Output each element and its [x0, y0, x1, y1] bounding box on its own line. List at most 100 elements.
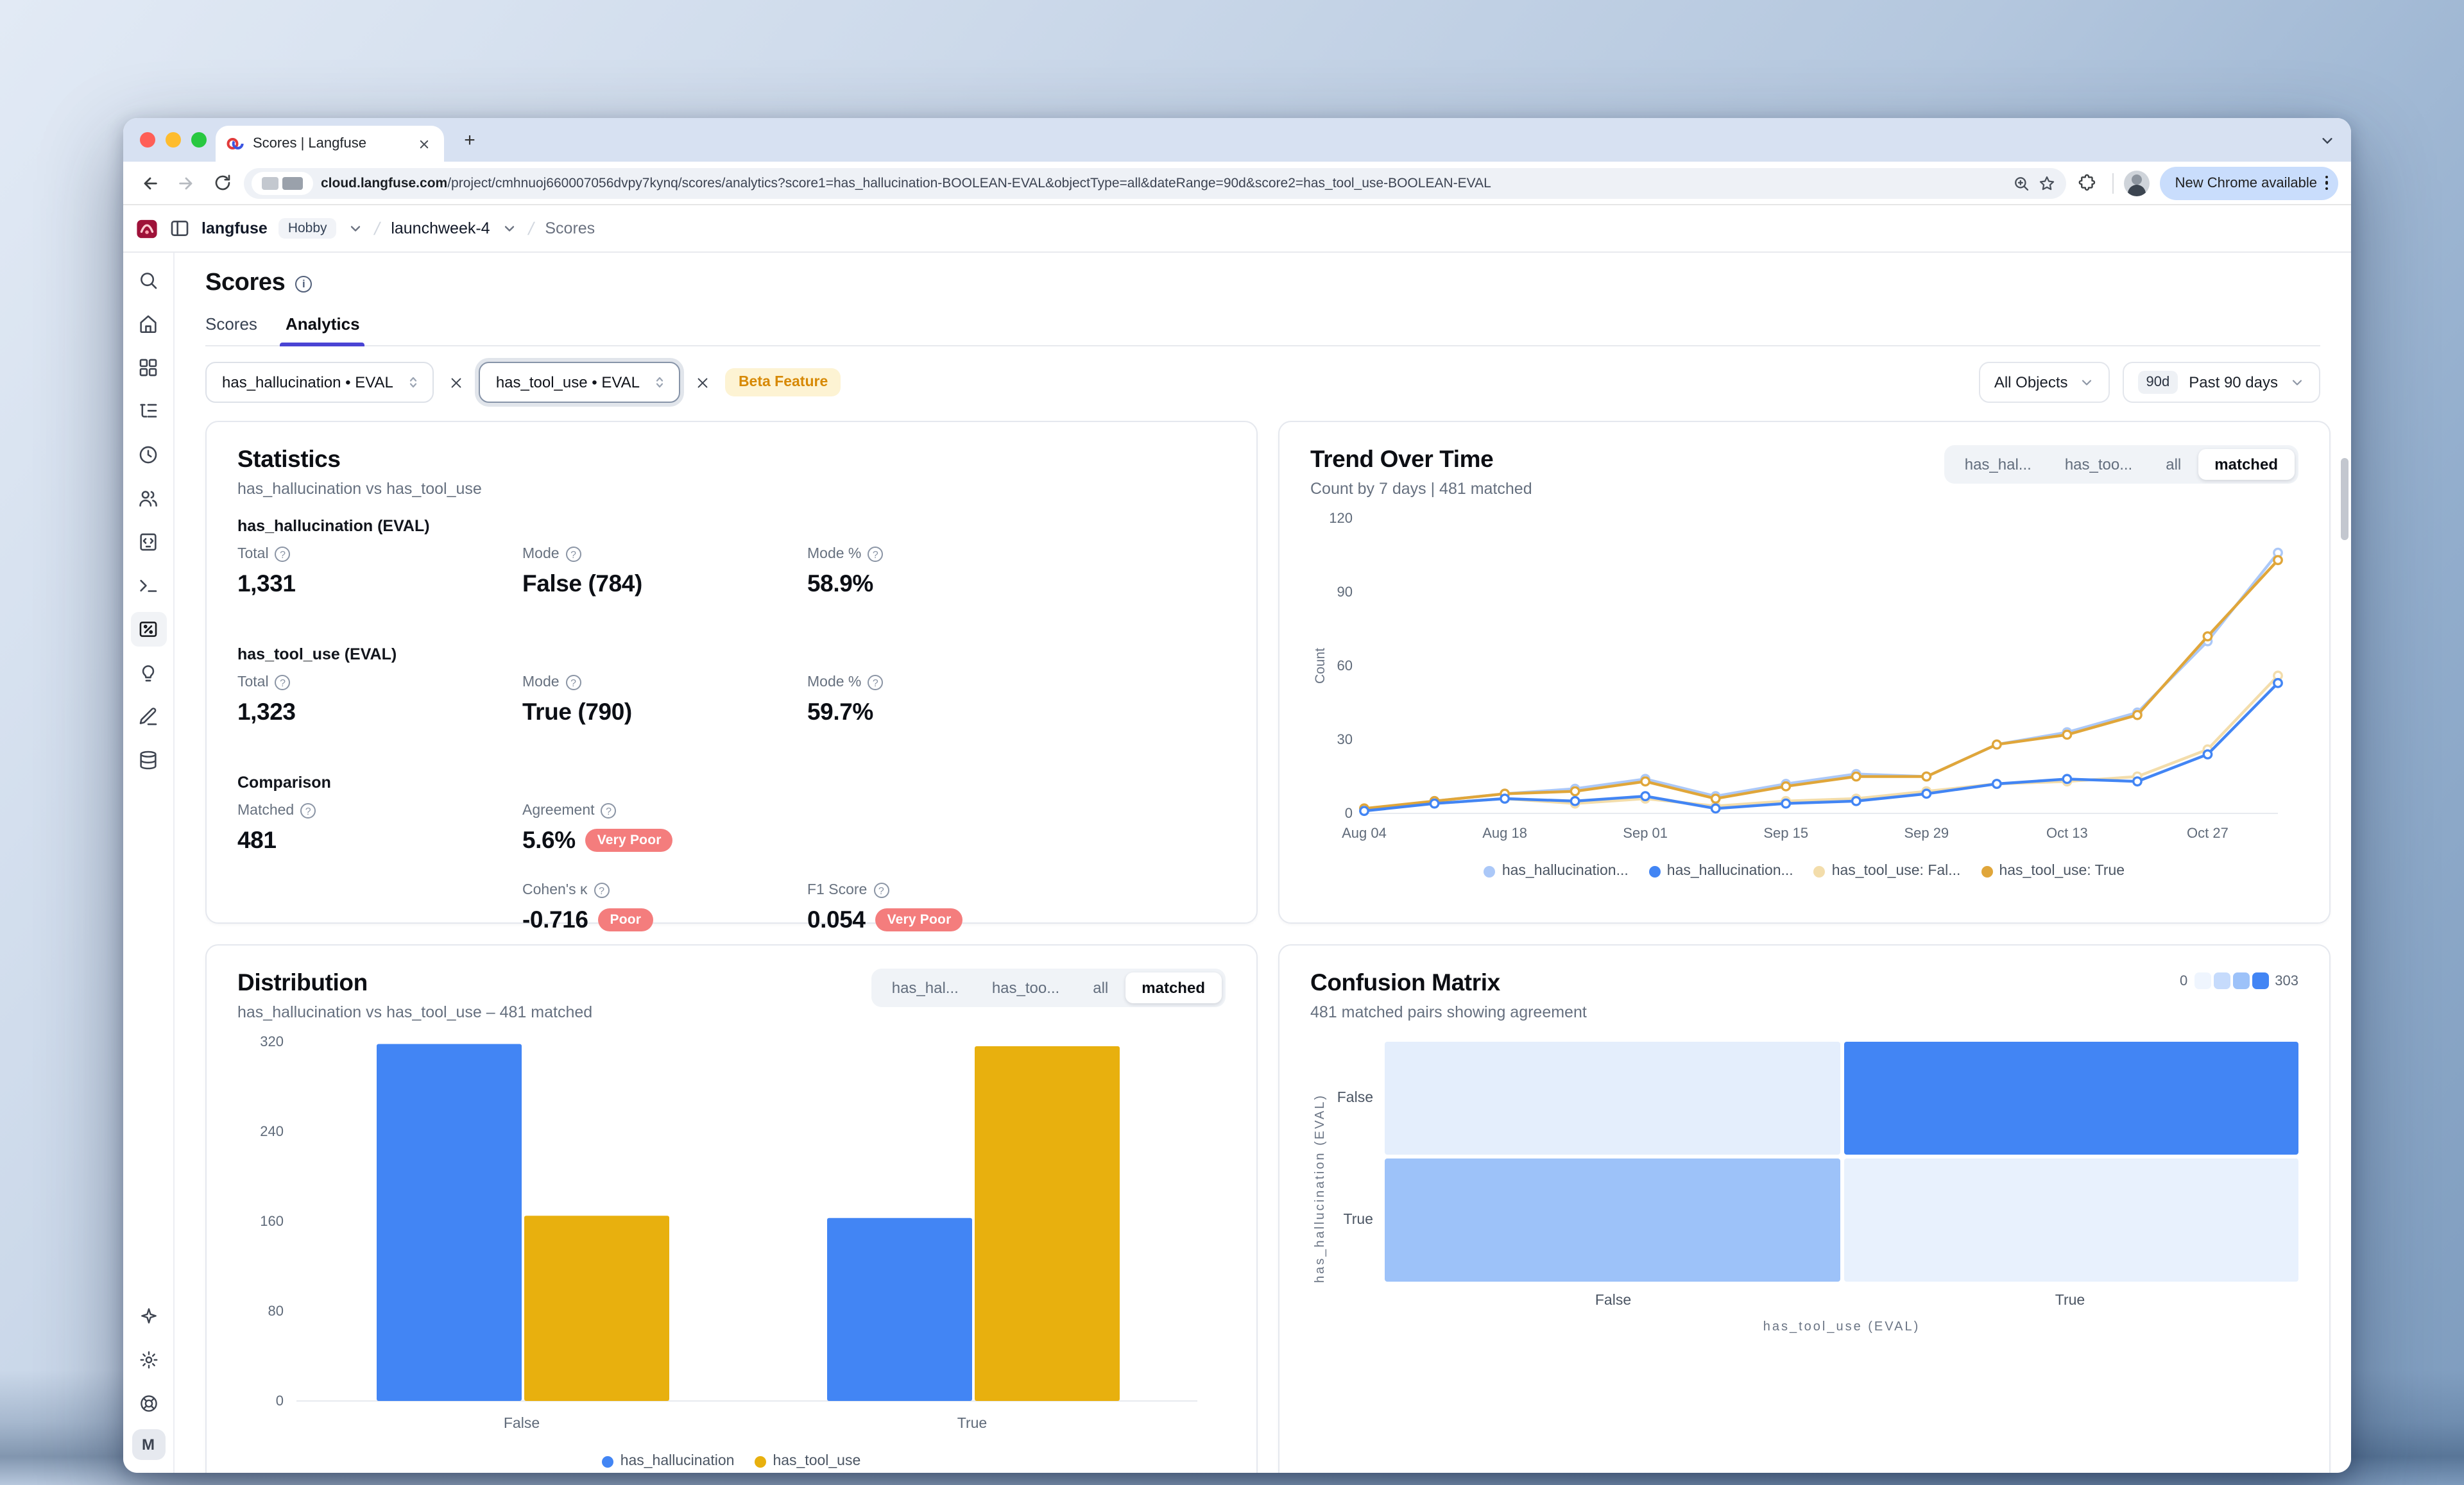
- filter-row: has_hallucination • EVAL has_tool_use • …: [205, 362, 2320, 403]
- reload-icon[interactable]: [208, 169, 236, 197]
- search-icon: [137, 269, 159, 291]
- trend-tab-matched[interactable]: matched: [2198, 449, 2295, 480]
- tab-close-icon[interactable]: [413, 133, 434, 154]
- breadcrumb-workspace[interactable]: langfuse: [201, 219, 268, 237]
- chrome-update-pill[interactable]: New Chrome available: [2160, 166, 2338, 199]
- sidebar-item-prompts[interactable]: [130, 525, 166, 559]
- sidebar-item-users[interactable]: [130, 481, 166, 516]
- confusion-cell-true-false[interactable]: [1385, 1158, 1840, 1282]
- new-tab-button[interactable]: +: [459, 130, 480, 150]
- trend-tab-hashal[interactable]: has_hal...: [1948, 449, 2048, 480]
- score2-select[interactable]: has_tool_use • EVAL: [479, 362, 681, 403]
- breadcrumb-separator: /: [526, 218, 536, 239]
- close-window-button[interactable]: [140, 132, 155, 148]
- sidebar-item-scores[interactable]: [130, 612, 166, 647]
- sessions-icon: [137, 444, 159, 466]
- sidebar-item-evals[interactable]: [130, 656, 166, 690]
- zoom-page-icon[interactable]: [2012, 174, 2030, 192]
- extensions-puzzle-icon[interactable]: [2074, 169, 2102, 197]
- distribution-tab-all[interactable]: all: [1076, 972, 1125, 1003]
- distribution-tab-hastoo[interactable]: has_too...: [975, 972, 1076, 1003]
- tab-search-icon[interactable]: [2315, 128, 2338, 151]
- forward-icon[interactable]: [172, 169, 200, 197]
- minimize-window-button[interactable]: [166, 132, 181, 148]
- sidebar-item-tracing[interactable]: [130, 394, 166, 429]
- address-bar[interactable]: cloud.langfuse.com/project/cmhnuoj660007…: [244, 167, 2066, 198]
- tab-scores[interactable]: Scores: [205, 314, 257, 345]
- confusion-title: Confusion Matrix: [1310, 969, 1587, 997]
- help-icon[interactable]: ?: [868, 675, 883, 690]
- confusion-cell-true-true[interactable]: [1844, 1158, 2298, 1282]
- svg-text:60: 60: [1337, 658, 1353, 674]
- scrollbar-thumb[interactable]: [2341, 458, 2348, 540]
- scale-swatch: [2213, 972, 2230, 989]
- trend-line-chart[interactable]: 0306090120CountAug 04Aug 18Sep 01Sep 15S…: [1310, 505, 2298, 849]
- score1-label: has_hallucination • EVAL: [222, 373, 393, 391]
- sidebar-item-home[interactable]: [130, 307, 166, 341]
- help-icon[interactable]: ?: [300, 803, 316, 819]
- score1-remove-icon[interactable]: [446, 371, 468, 393]
- statistics-panel: Statistics has_hallucination vs has_tool…: [205, 421, 1258, 924]
- distribution-tab-hashal[interactable]: has_hal...: [875, 972, 975, 1003]
- beta-feature-badge: Beta Feature: [726, 368, 841, 396]
- confusion-cell-false-false[interactable]: [1385, 1042, 1840, 1155]
- score1-select[interactable]: has_hallucination • EVAL: [205, 362, 434, 403]
- project-chevron-icon[interactable]: [502, 221, 517, 236]
- lightbulb-icon: [137, 662, 159, 684]
- trend-title: Trend Over Time: [1310, 445, 1532, 473]
- help-icon[interactable]: ?: [873, 883, 889, 898]
- score2-remove-icon[interactable]: [692, 371, 714, 393]
- workspace-chevron-icon[interactable]: [348, 221, 363, 236]
- confusion-cell-false-true[interactable]: [1844, 1042, 2298, 1155]
- browser-profile-avatar[interactable]: [2124, 170, 2150, 196]
- help-icon[interactable]: ?: [601, 803, 617, 819]
- sidebar-toggle-icon[interactable]: [169, 218, 190, 239]
- dashboards-icon: [137, 357, 159, 378]
- help-icon[interactable]: ?: [566, 675, 581, 690]
- sidebar-item-settings[interactable]: [130, 1342, 166, 1377]
- sidebar-item-sessions[interactable]: [130, 437, 166, 472]
- browser-tab[interactable]: Scores | Langfuse: [216, 126, 444, 162]
- sidebar-item-datasets[interactable]: [130, 743, 166, 777]
- distribution-bar-chart[interactable]: 080160240320FalseTrue: [237, 1026, 1226, 1439]
- trend-tab-all[interactable]: all: [2149, 449, 2198, 480]
- legend-item: has_tool_use: [755, 1454, 860, 1469]
- breadcrumb-project[interactable]: launchweek-4: [391, 219, 490, 237]
- help-icon[interactable]: ?: [594, 883, 610, 898]
- sidebar-item-annotation[interactable]: [130, 699, 166, 734]
- object-type-select[interactable]: All Objects: [1979, 362, 2110, 403]
- scale-max-label: 303: [2275, 973, 2298, 989]
- datasets-icon: [137, 749, 159, 771]
- distribution-tab-matched[interactable]: matched: [1125, 972, 1222, 1003]
- langfuse-logo[interactable]: [136, 217, 158, 239]
- back-icon[interactable]: [136, 169, 164, 197]
- bookmark-star-icon[interactable]: [2038, 174, 2056, 192]
- scale-min-label: 0: [2180, 973, 2187, 989]
- trend-tab-hastoo[interactable]: has_too...: [2048, 449, 2149, 480]
- tab-analytics[interactable]: Analytics: [286, 314, 360, 345]
- legend-item: has_tool_use: True: [1981, 863, 2125, 879]
- trend-legend: has_hallucination...has_hallucination...…: [1310, 863, 2298, 879]
- sidebar-item-support[interactable]: [130, 1386, 166, 1420]
- toolbar-divider: [2112, 173, 2114, 193]
- confusion-x-axis-label: has_tool_use (EVAL): [1385, 1320, 2298, 1334]
- site-info-chip[interactable]: [252, 171, 313, 194]
- date-range-label: Past 90 days: [2189, 373, 2278, 391]
- sidebar-item-dashboards[interactable]: [130, 350, 166, 385]
- date-range-select[interactable]: 90d Past 90 days: [2123, 362, 2320, 403]
- help-icon[interactable]: ?: [275, 675, 291, 690]
- user-avatar[interactable]: M: [132, 1429, 165, 1460]
- sidebar-item-upgrade[interactable]: [130, 1298, 166, 1333]
- help-icon[interactable]: ?: [566, 547, 581, 562]
- page-info-icon[interactable]: i: [295, 275, 312, 292]
- zoom-window-button[interactable]: [191, 132, 207, 148]
- stat-section-label: has_tool_use (EVAL): [237, 645, 1226, 663]
- help-icon[interactable]: ?: [275, 547, 291, 562]
- breadcrumb-page[interactable]: Scores: [545, 219, 595, 237]
- help-icon[interactable]: ?: [868, 547, 883, 562]
- browser-menu-icon[interactable]: [2325, 176, 2328, 191]
- svg-text:Sep 15: Sep 15: [1763, 825, 1808, 841]
- sidebar-item-playground[interactable]: [130, 568, 166, 603]
- sidebar-item-search[interactable]: [130, 263, 166, 298]
- confusion-y-axis-label: has_hallucination (EVAL): [1310, 1042, 1331, 1334]
